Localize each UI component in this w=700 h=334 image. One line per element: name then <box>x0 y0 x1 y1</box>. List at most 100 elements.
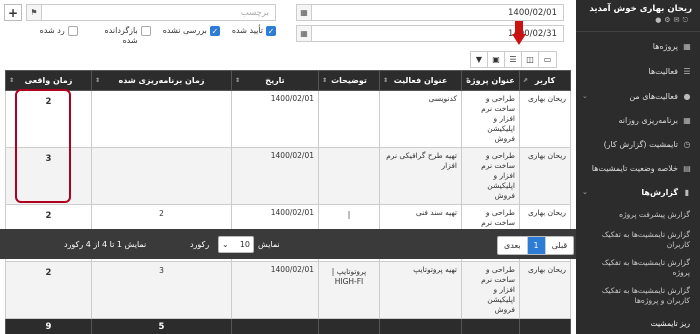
sidebar-item-label: تایمشیت (گزارش کار) <box>603 139 678 149</box>
cell-user: ریحان بهاری <box>519 147 571 205</box>
cell-activity: کدنویسی <box>379 90 462 148</box>
tag-input[interactable]: برچسب <box>42 8 275 18</box>
cell-description <box>318 147 380 205</box>
sidebar-subitem-project-progress[interactable]: گزارش پیشرفت پروژه <box>576 210 700 220</box>
filter-label: رد شده <box>39 26 65 35</box>
chevron-down-icon: ⌄ <box>222 240 229 249</box>
sidebar-item-projects[interactable]: ▦ پروژه‌ها <box>576 36 700 56</box>
records-label: رکورد <box>190 240 210 249</box>
calendar-icon: ▦ <box>297 26 312 41</box>
status-filters: ✓ تأیید شده ✓ بررسی نشده بازگردانده شده … <box>40 26 276 46</box>
page-size-select[interactable]: ⌄ 10 <box>218 236 254 253</box>
filter-icon[interactable]: ▼ <box>471 52 488 67</box>
cell-description: | پروتوتایپ HIGH-FI <box>318 261 380 319</box>
col-project[interactable]: ⇕ عنوان پروژه <box>461 70 520 91</box>
table-row[interactable]: 2 1400/02/01 کدنویسی طراحی و ساخت نرم اف… <box>5 90 571 148</box>
filter-label: بازگردانده شده <box>104 26 138 45</box>
cell-project: طراحی و ساخت نرم افزار و اپلیکیشن فروش <box>461 147 520 205</box>
cell-project: طراحی و ساخت نرم افزار و اپلیکیشن فروش <box>461 90 520 148</box>
sidebar-item-label: خلاصه وضعیت تایمشیت‌ها <box>591 163 678 173</box>
totals-row: 9 5 <box>5 318 571 334</box>
empty-cell <box>318 318 380 334</box>
user-icon: ● <box>683 91 691 101</box>
col-date[interactable]: ⇕ تاریخ <box>231 70 319 91</box>
next-button[interactable]: بعدی <box>498 237 528 254</box>
cell-description <box>318 90 380 148</box>
cell-date: 1400/02/01 <box>231 147 319 205</box>
clock-icon: ◷ <box>683 139 691 149</box>
welcome-text: ریحان بهاری خوش آمدید <box>589 4 692 14</box>
filter-approved[interactable]: ✓ تأیید شده <box>232 26 276 46</box>
col-user[interactable]: ⇗ کاربر <box>519 70 571 91</box>
list-icon: ☰ <box>683 66 691 76</box>
save-icon[interactable]: ▣ <box>488 52 505 67</box>
filter-returned[interactable]: بازگردانده شده <box>90 26 151 46</box>
tag-filter-field[interactable]: ⚑ برچسب <box>26 4 276 21</box>
user-icon[interactable]: ● <box>655 16 661 25</box>
checkbox[interactable]: ✓ <box>266 26 276 36</box>
sidebar-item-timesheet[interactable]: ◷ تایمشیت (گزارش کار) <box>576 134 700 154</box>
empty-cell <box>519 318 571 334</box>
col-description[interactable]: ⇕ توضیحات <box>318 70 380 91</box>
sidebar-item-reports[interactable]: ⌄ ▮ گزارش‌ها <box>576 182 700 202</box>
calendar-icon: ▦ <box>297 5 312 20</box>
red-arrow-annotation <box>512 21 526 47</box>
settings-icon[interactable]: ⚙ <box>664 16 670 25</box>
cell-actual: 2 <box>5 261 92 319</box>
page-1-button[interactable]: 1 <box>527 237 546 254</box>
cell-actual: 3 <box>5 147 92 205</box>
logout-icon[interactable]: ⎋ <box>682 16 688 25</box>
sidebar-subitem-by-project[interactable]: گزارش تایمشیت‌ها به تفکیک پروژه <box>576 258 700 278</box>
empty-cell <box>231 318 319 334</box>
col-activity[interactable]: ⇕ عنوان فعالیت <box>379 70 462 91</box>
briefcase-icon: ▦ <box>683 41 691 51</box>
chevron-down-icon: ⌄ <box>582 188 588 196</box>
sidebar-item-my-activities[interactable]: ⌄ ● فعالیت‌های من <box>576 86 700 106</box>
sidebar-subitem-by-users[interactable]: گزارش تایمشیت‌ها به تفکیک کاربران <box>576 230 700 250</box>
empty-cell <box>379 318 462 334</box>
main-content: + ⚑ برچسب ▦ 1400/02/01 ▦ 1400/02/31 ✓ تأ… <box>0 0 576 334</box>
empty-cell <box>461 318 520 334</box>
date-from-input[interactable]: 1400/02/01 <box>312 8 563 18</box>
table-header-row: ⇕ زمان واقعی ⇕ زمان برنامه‌ریزی شده ⇕ تاریخ… <box>5 70 571 91</box>
table-row[interactable]: 3 1400/02/01 تهیه طرح گرافیکی نرم افزار … <box>5 147 571 205</box>
sidebar-subitem-timesheet-detail[interactable]: ریز تایمشیت <box>576 319 700 329</box>
cell-activity: تهیه پروتوتایپ <box>379 261 462 319</box>
columns-icon[interactable]: ◫ <box>522 52 539 67</box>
sidebar-subitem-by-users-projects[interactable]: گزارش تایمشیت‌ها به تفکیک کاربران و پروژ… <box>576 286 700 306</box>
col-actual-time[interactable]: ⇕ زمان واقعی <box>5 70 92 91</box>
col-planned-time[interactable]: ⇕ زمان برنامه‌ریزی شده <box>91 70 232 91</box>
date-from-field[interactable]: ▦ 1400/02/01 <box>296 4 564 21</box>
show-label: نمایش <box>258 240 280 249</box>
total-actual: 9 <box>5 318 92 334</box>
cell-user: ریحان بهاری <box>519 90 571 148</box>
checkbox[interactable]: ✓ <box>209 26 220 36</box>
cell-planned <box>91 147 232 205</box>
checkbox[interactable] <box>140 26 151 36</box>
divider <box>576 31 700 32</box>
sidebar-item-timesheet-summary[interactable]: ▤ خلاصه وضعیت تایمشیت‌ها <box>576 158 700 178</box>
filter-unreviewed[interactable]: ✓ بررسی نشده <box>163 26 220 46</box>
add-button[interactable]: + <box>4 4 22 21</box>
table-row[interactable]: 2 3 1400/02/01 | پروتوتایپ HIGH-FI تهیه … <box>5 261 571 319</box>
cell-date: 1400/02/01 <box>231 90 319 148</box>
timesheet-table: ⇕ زمان واقعی ⇕ زمان برنامه‌ریزی شده ⇕ تاریخ… <box>5 70 571 334</box>
filter-rejected[interactable]: رد شده <box>40 26 78 46</box>
cell-activity: تهیه طرح گرافیکی نرم افزار <box>379 147 462 205</box>
export-icon[interactable]: ▭ <box>539 52 556 67</box>
checkbox[interactable] <box>67 26 78 36</box>
sidebar-item-label: پروژه‌ها <box>652 41 678 51</box>
filter-label: تأیید شده <box>231 26 263 35</box>
page-size-value: 10 <box>239 240 250 249</box>
sidebar: ریحان بهاری خوش آمدید ● ⚙ ✉ ⎋ ▦ پروژه‌ها… <box>576 0 700 334</box>
prev-button[interactable]: قبلی <box>546 237 574 254</box>
pagination: بعدی 1 قبلی <box>497 236 575 255</box>
sidebar-item-daily-planning[interactable]: ▦ برنامه‌ریزی روزانه <box>576 110 700 130</box>
sidebar-item-label: فعالیت‌ها <box>648 66 678 76</box>
sidebar-item-label: برنامه‌ریزی روزانه <box>618 115 678 125</box>
message-icon[interactable]: ✉ <box>674 16 680 25</box>
sidebar-item-activities[interactable]: ☰ فعالیت‌ها <box>576 61 700 81</box>
list-icon[interactable]: ☰ <box>505 52 522 67</box>
document-icon: ▮ <box>684 187 690 197</box>
sidebar-item-label: فعالیت‌های من <box>629 91 678 101</box>
